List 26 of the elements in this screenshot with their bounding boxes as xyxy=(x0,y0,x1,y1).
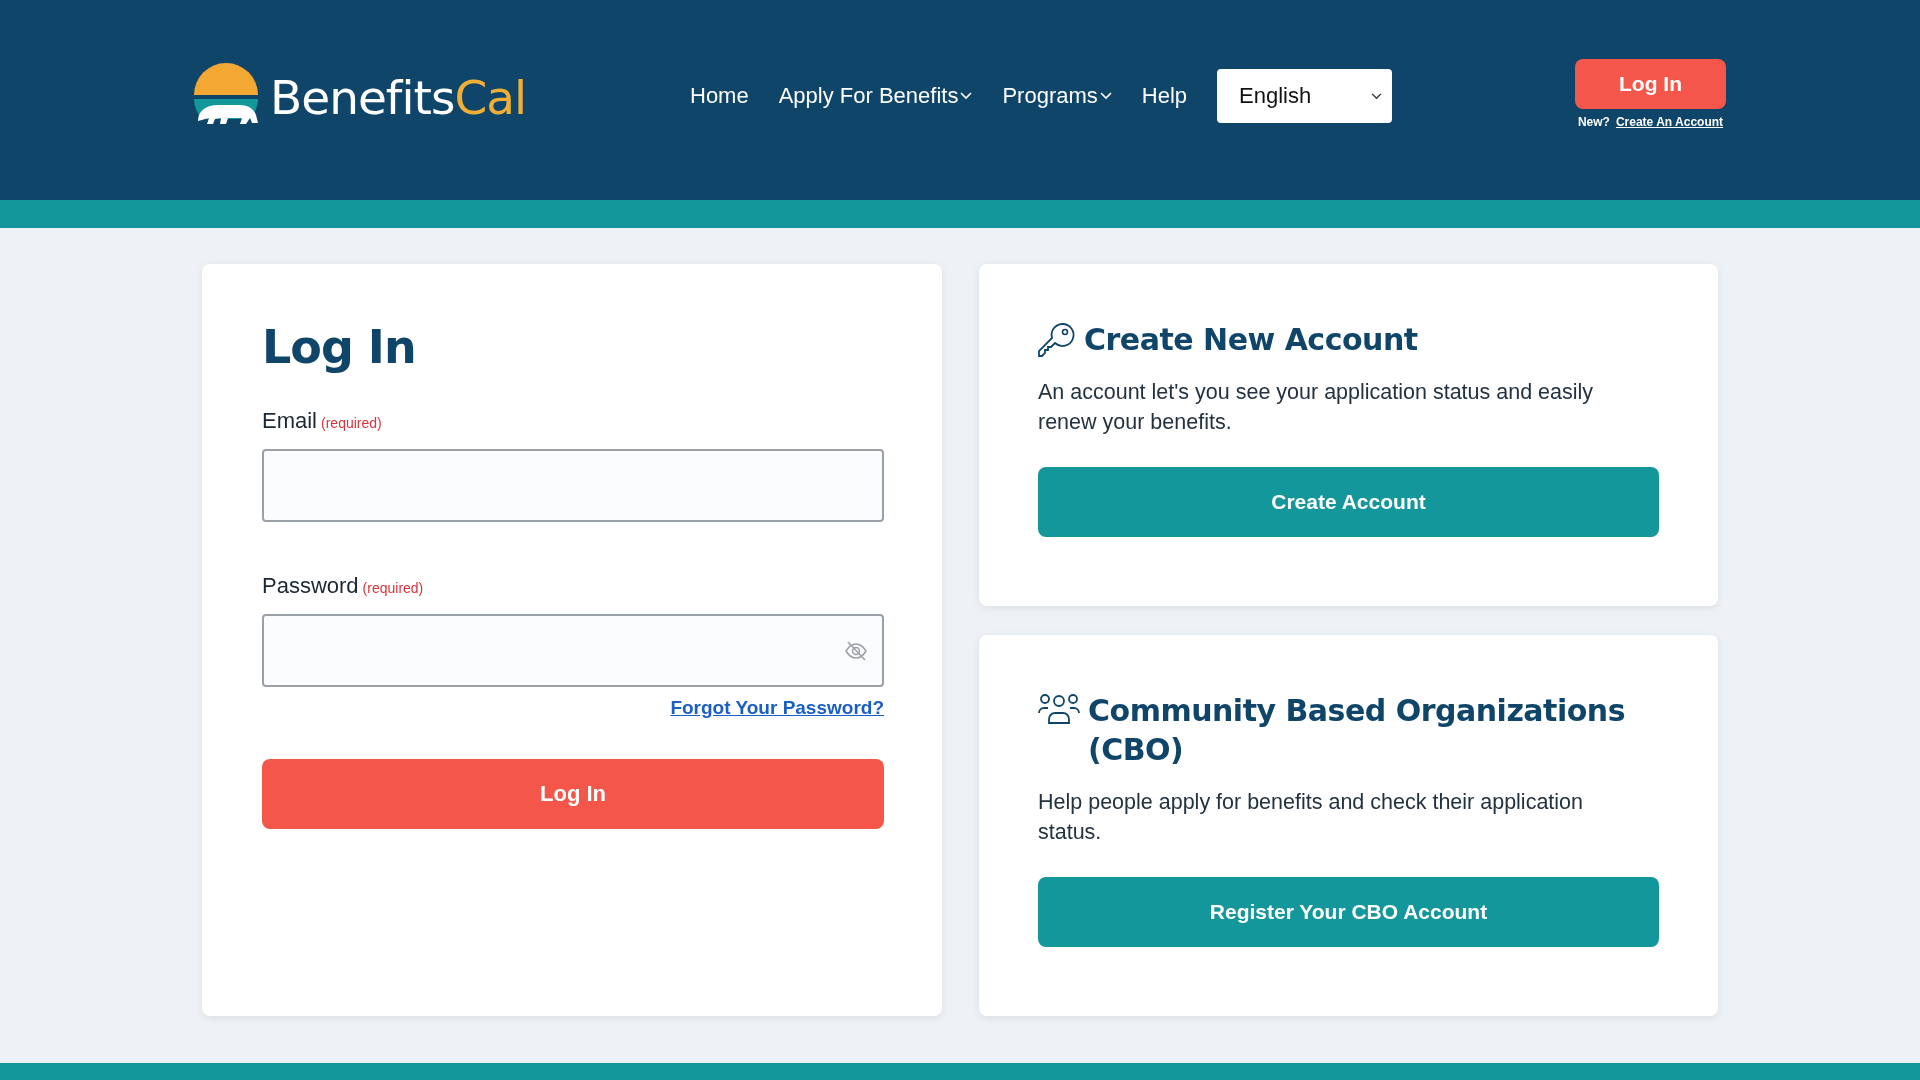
field-label: Password xyxy=(262,573,359,599)
required-note: (required) xyxy=(321,415,382,431)
register-button[interactable]: Register Your CBO Account xyxy=(1038,877,1659,947)
email-field[interactable] xyxy=(262,449,884,522)
people-icon xyxy=(1038,693,1080,725)
card-description: Help people apply for benefits and check their application status. xyxy=(1038,789,1585,846)
brand-name: BenefitsCal xyxy=(270,69,527,125)
card-title: Community Based Organizations (CBO) xyxy=(1088,692,1627,769)
nav-link[interactable]: Help xyxy=(1141,83,1188,109)
required-note: (required) xyxy=(362,580,424,596)
create-account-button[interactable]: Create Account xyxy=(1038,467,1659,537)
login-title: Log In xyxy=(262,320,417,374)
key-icon xyxy=(1038,322,1076,358)
chevron-down-icon xyxy=(1371,92,1383,100)
nav-link[interactable]: Apply For Benefits xyxy=(778,83,973,109)
create-account-link[interactable]: Create An Account xyxy=(1615,115,1724,129)
hide-password-icon[interactable] xyxy=(844,640,868,661)
card-title: Create New Account xyxy=(1084,321,1418,359)
forgot-password-link[interactable]: Forgot Your Password? xyxy=(670,697,884,719)
field-label: Email xyxy=(262,408,317,434)
nav-link[interactable]: Home xyxy=(690,83,749,109)
language-select[interactable]: English xyxy=(1217,69,1393,123)
nav-link[interactable]: Programs xyxy=(1002,83,1112,109)
password-field[interactable] xyxy=(262,614,884,687)
card-description: An account let's you see your application status and easily renew your benefits. xyxy=(1038,379,1595,436)
new-prompt: New? xyxy=(1577,115,1610,129)
